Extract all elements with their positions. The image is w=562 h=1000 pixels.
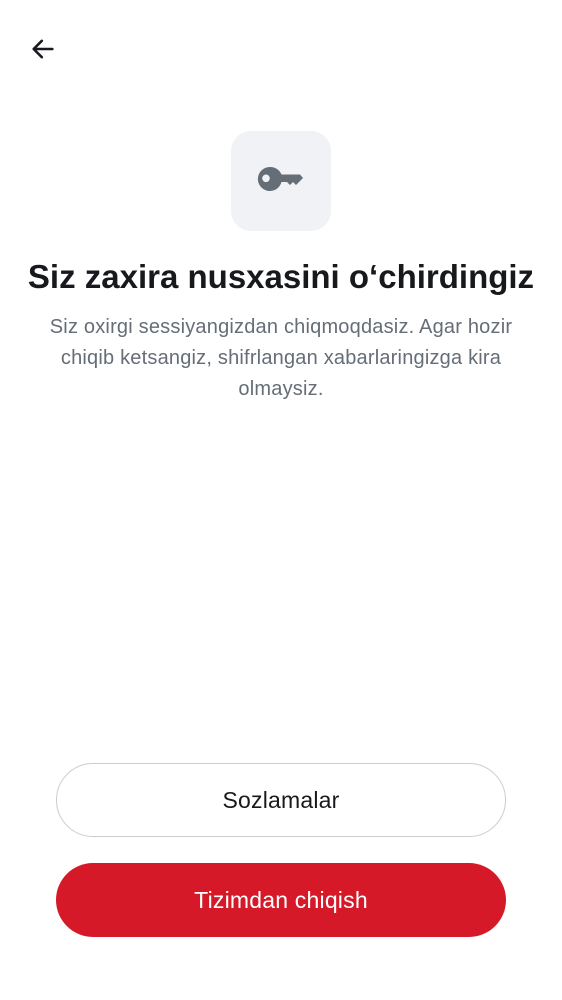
settings-button-label: Sozlamalar [222,786,340,813]
page-title: Siz zaxira nusxasini oʻchirdingiz [27,258,535,295]
sign-out-button[interactable]: Tizimdan chiqish [56,863,506,937]
sign-out-button-label: Tizimdan chiqish [194,886,368,913]
arrow-left-icon [29,35,57,68]
description-text: Siz oxirgi sessiyangizdan chiqmoqdasiz. … [49,316,513,400]
key-icon [257,165,305,198]
back-button[interactable] [22,30,64,72]
settings-button[interactable]: Sozlamalar [56,763,506,837]
key-badge [231,131,331,231]
